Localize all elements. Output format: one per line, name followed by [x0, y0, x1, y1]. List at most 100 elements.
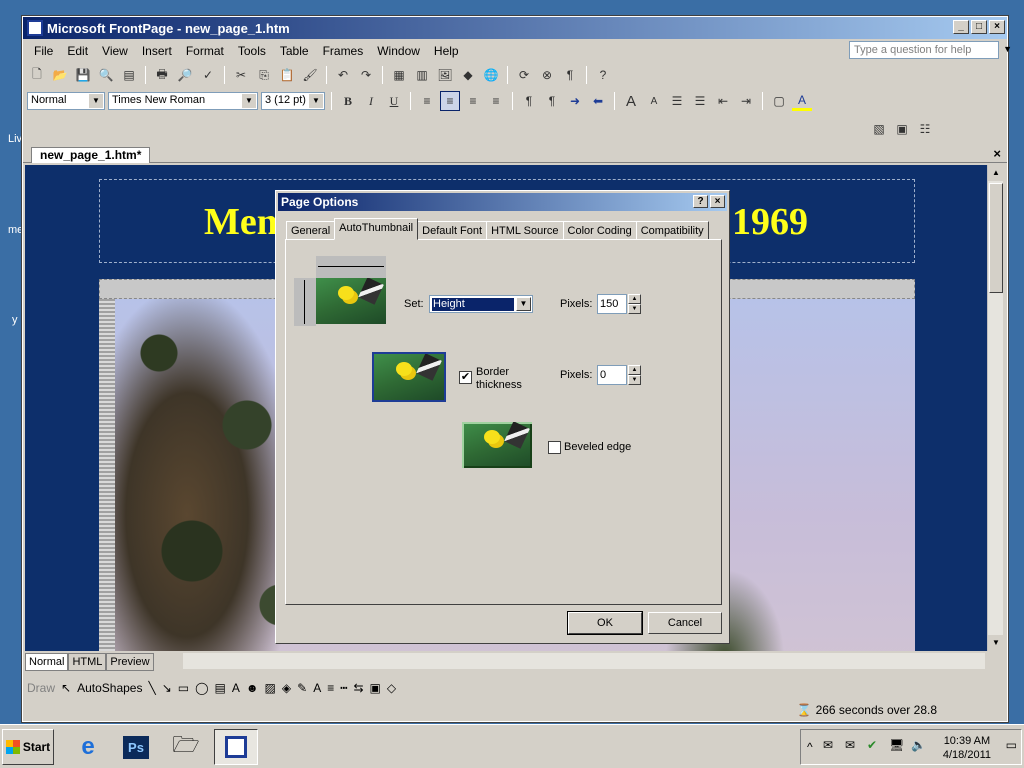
pixels-stepper-2[interactable]: 0 ▲ ▼ [597, 365, 641, 385]
internet-explorer-icon[interactable]: e [66, 729, 110, 765]
paste-icon[interactable]: 📋 [277, 65, 297, 85]
menu-table[interactable]: Table [273, 44, 316, 58]
maximize-button[interactable]: □ [971, 20, 987, 34]
clock[interactable]: 10:39 AM 4/18/2011 [943, 734, 991, 762]
increase-indent-icon[interactable]: ⇥ [736, 91, 756, 111]
font-select[interactable]: Times New Roman ▼ [108, 92, 258, 110]
bullets-icon[interactable]: ☰ [690, 91, 710, 111]
font-color-icon[interactable]: A [792, 91, 812, 111]
dash-style-icon[interactable]: ┅ [340, 681, 347, 695]
line-icon[interactable]: ╲ [148, 681, 155, 695]
insert-table-icon[interactable]: ▥ [412, 65, 432, 85]
close-icon[interactable]: × [710, 195, 725, 208]
copy-icon[interactable]: ⎘ [254, 65, 274, 85]
vertical-scrollbar[interactable]: ▲ ▼ [987, 165, 1004, 651]
drawing-icon[interactable]: ◆ [458, 65, 478, 85]
increase-font-icon[interactable]: A [621, 91, 641, 111]
start-button[interactable]: Start [2, 729, 54, 765]
refresh-icon[interactable]: ⟳ [514, 65, 534, 85]
arrow-right-icon[interactable]: ➜ [565, 91, 585, 111]
rtl-icon[interactable]: ¶ [542, 91, 562, 111]
underline-icon[interactable]: U [384, 91, 404, 111]
save-icon[interactable]: 💾 [73, 65, 93, 85]
picture-icon[interactable]: ▨ [265, 681, 276, 695]
tab-preview[interactable]: Preview [106, 653, 154, 671]
help-icon[interactable]: ? [593, 65, 613, 85]
arrow-icon[interactable]: ↘ [162, 681, 172, 695]
undo-icon[interactable]: ↶ [333, 65, 353, 85]
show-desktop-icon[interactable]: ▭ [1006, 738, 1017, 752]
line-color-icon[interactable]: ✎ [297, 681, 307, 695]
help-icon[interactable]: ? [693, 195, 708, 208]
border-thickness-checkbox[interactable]: ✔ [459, 371, 472, 384]
font-size-select[interactable]: 3 (12 pt) ▼ [261, 92, 325, 110]
scroll-thumb[interactable] [989, 183, 1003, 293]
spin-down-icon[interactable]: ▼ [628, 375, 641, 385]
set-dimension-select[interactable]: Height ▼ [429, 295, 533, 313]
stop-icon[interactable]: ⊗ [537, 65, 557, 85]
ok-button[interactable]: OK [567, 611, 643, 635]
decrease-indent-icon[interactable]: ⇤ [713, 91, 733, 111]
italic-icon[interactable]: I [361, 91, 381, 111]
clipart-icon[interactable]: ☻ [246, 681, 259, 695]
mail-icon[interactable]: ✉ [823, 738, 833, 752]
chevron-down-icon[interactable]: ▼ [516, 297, 531, 311]
folder-icon[interactable]: 🗁 [164, 729, 208, 765]
positioning-icon[interactable]: ▧ [869, 119, 889, 139]
close-icon[interactable]: × [993, 146, 1001, 161]
tab-html-source[interactable]: HTML Source [486, 221, 564, 240]
arrow-style-icon[interactable]: ⇆ [353, 681, 363, 695]
autoshapes-menu[interactable]: AutoShapes [77, 681, 142, 695]
photoshop-icon[interactable]: Ps [114, 729, 158, 765]
tab-general[interactable]: General [286, 221, 336, 240]
line-style-icon[interactable]: ≡ [327, 681, 334, 695]
format-painter-icon[interactable]: 🖌 [300, 65, 320, 85]
network-icon[interactable]: 🖥 [889, 738, 904, 752]
align-left-icon[interactable]: ≡ [417, 91, 437, 111]
shadow-icon[interactable]: ▣ [370, 681, 381, 695]
bold-icon[interactable]: B [338, 91, 358, 111]
scroll-up-icon[interactable]: ▲ [988, 165, 1004, 181]
rectangle-icon[interactable]: ▭ [178, 681, 189, 695]
redo-icon[interactable]: ↷ [356, 65, 376, 85]
spin-down-icon[interactable]: ▼ [628, 304, 641, 314]
spin-up-icon[interactable]: ▲ [628, 294, 641, 304]
borders-icon[interactable]: ▢ [769, 91, 789, 111]
message-icon[interactable]: ✉ [845, 738, 855, 752]
3d-icon[interactable]: ◇ [387, 681, 396, 695]
ltr-icon[interactable]: ¶ [519, 91, 539, 111]
security-icon[interactable]: ✔ [867, 738, 877, 752]
tab-html[interactable]: HTML [68, 653, 107, 671]
justify-icon[interactable]: ≡ [486, 91, 506, 111]
menu-edit[interactable]: Edit [60, 44, 95, 58]
insert-component-icon[interactable]: ▦ [389, 65, 409, 85]
search-icon[interactable]: 🔍 [96, 65, 116, 85]
menu-frames[interactable]: Frames [316, 44, 371, 58]
menu-file[interactable]: File [27, 44, 60, 58]
menu-insert[interactable]: Insert [135, 44, 179, 58]
decrease-font-icon[interactable]: A [644, 91, 664, 111]
frontpage-taskbar-icon[interactable] [214, 729, 258, 765]
beveled-edge-checkbox[interactable] [548, 441, 561, 454]
oval-icon[interactable]: ◯ [195, 681, 208, 695]
menu-tools[interactable]: Tools [231, 44, 273, 58]
new-page-icon[interactable]: 🗋 [27, 65, 47, 85]
spin-up-icon[interactable]: ▲ [628, 365, 641, 375]
tab-compatibility[interactable]: Compatibility [635, 221, 709, 240]
layers-icon[interactable]: ▣ [892, 119, 912, 139]
tab-normal[interactable]: Normal [25, 653, 69, 671]
draw-menu[interactable]: Draw [27, 681, 55, 695]
tab-color-coding[interactable]: Color Coding [562, 221, 637, 240]
volume-icon[interactable]: 🔈 [911, 738, 926, 752]
align-right-icon[interactable]: ≡ [463, 91, 483, 111]
scroll-down-icon[interactable]: ▼ [988, 635, 1004, 651]
print-preview-icon[interactable]: 🔎 [175, 65, 195, 85]
textbox-icon[interactable]: ▤ [215, 681, 226, 695]
insert-picture-icon[interactable]: 🖼 [435, 65, 455, 85]
wordart-icon[interactable]: A [232, 681, 240, 695]
cancel-button[interactable]: Cancel [648, 612, 722, 634]
font-color-draw-icon[interactable]: A [313, 681, 321, 695]
print-icon[interactable]: 🖶 [152, 65, 172, 85]
horizontal-scrollbar[interactable] [183, 653, 985, 669]
pixels-field-2[interactable]: 0 [597, 365, 627, 385]
